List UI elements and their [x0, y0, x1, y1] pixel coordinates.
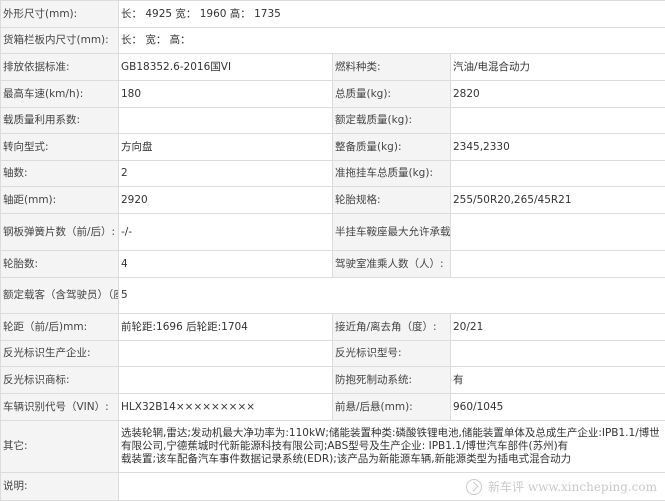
- abs-label: 防抱死制动系统:: [333, 367, 451, 394]
- trailer-mass-label: 准拖挂车总质量(kg):: [333, 161, 451, 187]
- row-emission: 排放依据标准: GB18352.6-2016国VI 燃料种类: 汽油/电混合动力: [1, 54, 665, 81]
- row-track: 轮距（前/后)mm: 前轮距:1696 后轮距:1704 接近角/离去角（度）:…: [1, 314, 665, 341]
- row-other: 其它: 选装轮辋,雷达;发动机最大净功率为:110kW;储能装置种类:磷酸铁锂电…: [1, 421, 665, 473]
- tires-value: 4: [119, 251, 333, 278]
- other-value: 选装轮辋,雷达;发动机最大净功率为:110kW;储能装置种类:磷酸铁锂电池,储能…: [119, 421, 665, 473]
- row-exterior-size: 外形尺寸(mm): 长： 4925 宽： 1960 高： 1735: [1, 1, 665, 28]
- rated-load-label: 额定载质量(kg):: [333, 108, 451, 134]
- wheelbase-label: 轴距(mm):: [1, 187, 119, 214]
- cab-seats-label: 驾驶室准乘人数（人）:: [333, 251, 451, 278]
- axles-label: 轴数:: [1, 161, 119, 187]
- cargo-size-label: 货箱栏板内尺寸(mm):: [1, 28, 119, 54]
- trailer-mass-value: [451, 161, 665, 187]
- exterior-size-value: 长： 4925 宽： 1960 高： 1735: [119, 1, 665, 28]
- row-steering: 转向型式: 方向盘 整备质量(kg): 2345,2330: [1, 134, 665, 161]
- row-vin: 车辆识别代号（VIN）: HLX32B14××××××××× 前悬/后悬(mm)…: [1, 394, 665, 421]
- other-label: 其它:: [1, 421, 119, 473]
- curb-mass-value: 2345,2330: [451, 134, 665, 161]
- exterior-size-label: 外形尺寸(mm):: [1, 1, 119, 28]
- total-mass-label: 总质量(kg):: [333, 81, 451, 108]
- other-line-3: 载装置;该车配备汽车事件数据记录系统(EDR);该产品为新能源车辆,新能源类型为…: [121, 453, 659, 466]
- track-value: 前轮距:1696 后轮距:1704: [119, 314, 333, 341]
- emission-value: GB18352.6-2016国VI: [119, 54, 333, 81]
- saddle-load-label: 半挂车鞍座最大允许承载质量(kg):: [333, 214, 451, 251]
- approach-angle-value: 20/21: [451, 314, 665, 341]
- seats-label: 额定载客（含驾驶员）（座位数）:: [1, 278, 119, 314]
- vehicle-spec-table: 外形尺寸(mm): 长： 4925 宽： 1960 高： 1735 货箱栏板内尺…: [0, 0, 665, 501]
- steering-value: 方向盘: [119, 134, 333, 161]
- overhang-value: 960/1045: [451, 394, 665, 421]
- row-reflector-maker: 反光标识生产企业: 反光标识型号:: [1, 341, 665, 367]
- row-wheelbase: 轴距(mm): 2920 轮胎规格: 255/50R20,265/45R21: [1, 187, 665, 214]
- other-line-1: 选装轮辋,雷达;发动机最大净功率为:110kW;储能装置种类:磷酸铁锂电池,储能…: [121, 427, 659, 440]
- reflector-model-label: 反光标识型号:: [333, 341, 451, 367]
- cargo-size-value: 长： 宽： 高：: [119, 28, 665, 54]
- note-value: [119, 473, 665, 501]
- wheelbase-value: 2920: [119, 187, 333, 214]
- tire-spec-label: 轮胎规格:: [333, 187, 451, 214]
- tire-spec-value: 255/50R20,265/45R21: [451, 187, 665, 214]
- max-speed-value: 180: [119, 81, 333, 108]
- steering-label: 转向型式:: [1, 134, 119, 161]
- row-tires: 轮胎数: 4 驾驶室准乘人数（人）:: [1, 251, 665, 278]
- vin-value: HLX32B14×××××××××: [119, 394, 333, 421]
- row-note: 说明:: [1, 473, 665, 501]
- overhang-label: 前悬/后悬(mm):: [333, 394, 451, 421]
- springs-label: 钢板弹簧片数（前/后）:: [1, 214, 119, 251]
- reflector-model-value: [451, 341, 665, 367]
- row-springs: 钢板弹簧片数（前/后）: -/- 半挂车鞍座最大允许承载质量(kg):: [1, 214, 665, 251]
- abs-value: 有: [451, 367, 665, 394]
- row-load-util: 载质量利用系数: 额定载质量(kg):: [1, 108, 665, 134]
- emission-label: 排放依据标准:: [1, 54, 119, 81]
- row-max-speed: 最高车速(km/h): 180 总质量(kg): 2820: [1, 81, 665, 108]
- cab-seats-value: [451, 251, 665, 278]
- approach-angle-label: 接近角/离去角（度）:: [333, 314, 451, 341]
- load-util-label: 载质量利用系数:: [1, 108, 119, 134]
- rated-load-value: [451, 108, 665, 134]
- other-line-2: 有限公司,宁德蕉城时代新能源科技有限公司;ABS型号及生产企业: IPB1.1/…: [121, 440, 659, 453]
- saddle-load-value: [451, 214, 665, 251]
- total-mass-value: 2820: [451, 81, 665, 108]
- row-axles: 轴数: 2 准拖挂车总质量(kg):: [1, 161, 665, 187]
- tires-label: 轮胎数:: [1, 251, 119, 278]
- curb-mass-label: 整备质量(kg):: [333, 134, 451, 161]
- row-cargo-size: 货箱栏板内尺寸(mm): 长： 宽： 高：: [1, 28, 665, 54]
- reflector-maker-value: [119, 341, 333, 367]
- fuel-type-value: 汽油/电混合动力: [451, 54, 665, 81]
- row-reflector-mark: 反光标识商标: 防抱死制动系统: 有: [1, 367, 665, 394]
- note-label: 说明:: [1, 473, 119, 501]
- row-seats: 额定载客（含驾驶员）（座位数）: 5: [1, 278, 665, 314]
- max-speed-label: 最高车速(km/h):: [1, 81, 119, 108]
- axles-value: 2: [119, 161, 333, 187]
- fuel-type-label: 燃料种类:: [333, 54, 451, 81]
- reflector-mark-label: 反光标识商标:: [1, 367, 119, 394]
- track-label: 轮距（前/后)mm:: [1, 314, 119, 341]
- load-util-value: [119, 108, 333, 134]
- reflector-maker-label: 反光标识生产企业:: [1, 341, 119, 367]
- reflector-mark-value: [119, 367, 333, 394]
- vin-label: 车辆识别代号（VIN）:: [1, 394, 119, 421]
- seats-value: 5: [119, 278, 665, 314]
- springs-value: -/-: [119, 214, 333, 251]
